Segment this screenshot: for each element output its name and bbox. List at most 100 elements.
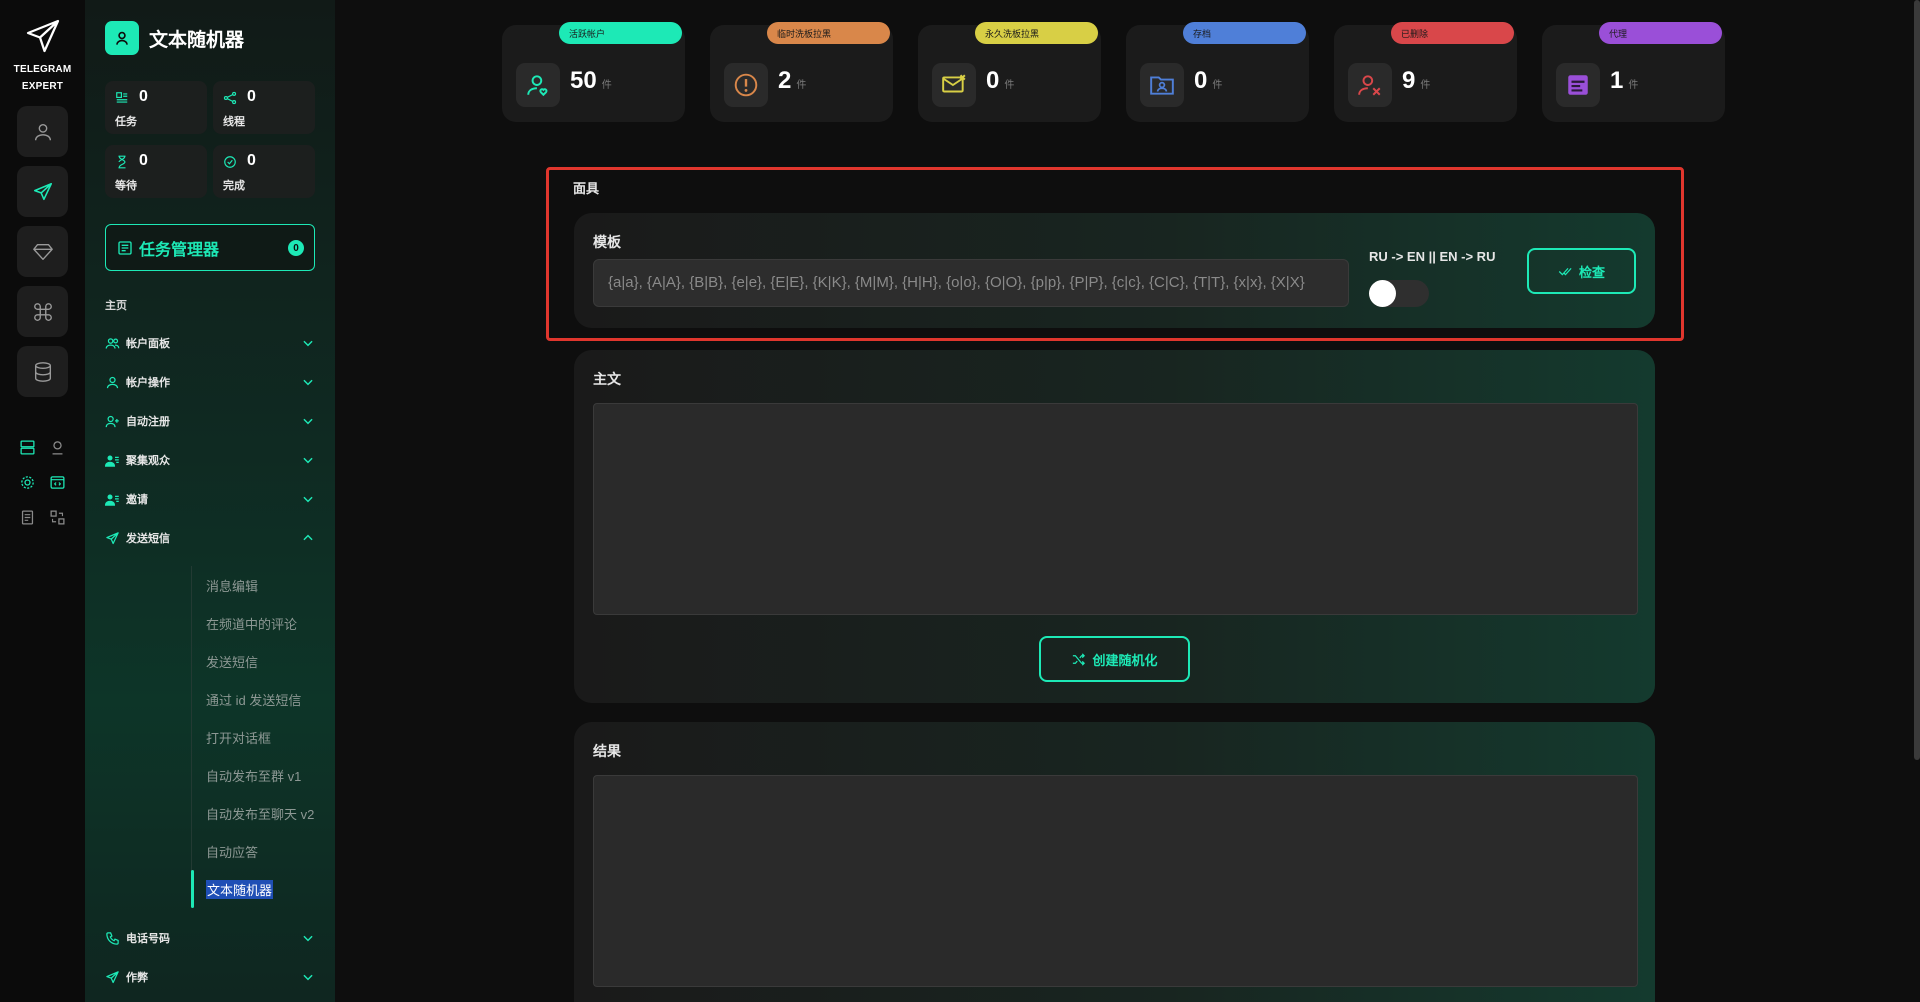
convert-icon: [49, 509, 65, 525]
stat-card-tag: 存档: [1183, 22, 1306, 44]
stat-card-value: 1: [1610, 67, 1624, 94]
stat-done-value: 0: [247, 152, 256, 169]
sidebar-title: 文本随机器: [149, 29, 245, 51]
user-list-icon: [105, 455, 119, 467]
rail-convert-button[interactable]: [47, 507, 67, 527]
submenu-open-dialog[interactable]: 打开对话框: [206, 728, 271, 747]
stat-waiting-label: 等待: [115, 180, 137, 192]
threads-icon: [223, 91, 237, 105]
brand-line1: TELEGRAM: [13, 64, 72, 75]
rail-premium-button[interactable]: [17, 226, 68, 277]
submenu-channel-comments[interactable]: 在频道中的评论: [206, 614, 297, 633]
rail-telegram-button[interactable]: [17, 166, 68, 217]
stat-tasks-value: 0: [139, 88, 148, 105]
mail-blocked-icon: [932, 63, 976, 107]
submenu-message-edit[interactable]: 消息编辑: [206, 576, 258, 595]
command-icon: [33, 302, 52, 321]
submenu-autopost-chat-v2[interactable]: 自动发布至聊天 v2: [206, 804, 314, 823]
stat-threads-value: 0: [247, 88, 256, 105]
nav-auto-register[interactable]: 自动注册: [105, 410, 315, 432]
nav-invite[interactable]: 邀请: [105, 488, 315, 510]
rail-accounts-button[interactable]: [17, 106, 68, 157]
submenu-text-randomizer[interactable]: 文本随机器: [206, 880, 274, 899]
submenu-auto-reply[interactable]: 自动应答: [206, 842, 258, 861]
phone-icon: [106, 931, 119, 945]
rail-location-button[interactable]: [47, 437, 67, 457]
user-icon: [34, 123, 51, 140]
body-textarea[interactable]: [593, 403, 1638, 615]
task-board-icon: [118, 240, 132, 255]
create-randomization-button[interactable]: 创建随机化: [1039, 636, 1190, 682]
home-label[interactable]: 主页: [105, 297, 127, 313]
lang-toggle[interactable]: [1369, 280, 1429, 307]
diamond-icon: [32, 243, 53, 260]
rail-docs-button[interactable]: [17, 507, 37, 527]
hourglass-icon: [118, 155, 126, 169]
stat-card-proxy[interactable]: 代理 1件: [1542, 22, 1725, 122]
nav-cheat-label: 作弊: [126, 972, 148, 984]
chevron-down-icon: [303, 974, 313, 981]
rail-settings-button[interactable]: [17, 472, 37, 492]
stat-card-temp-ban[interactable]: 临时洗板拉黑 2件: [710, 22, 893, 122]
submenu-autopost-group-v1[interactable]: 自动发布至群 v1: [206, 766, 301, 785]
nav-phone-numbers[interactable]: 电话号码: [105, 927, 315, 949]
nav-auto-register-label: 自动注册: [126, 416, 170, 428]
stat-card-unit: 件: [601, 80, 612, 91]
task-manager-button[interactable]: 任务管理器 0: [105, 224, 315, 271]
stat-card-perm-ban[interactable]: 永久洗板拉黑 0件: [918, 22, 1101, 122]
paper-plane-logo-icon: [26, 19, 59, 53]
user-icon: [106, 376, 119, 388]
nav-account-panel[interactable]: 帐户面板: [105, 332, 315, 354]
nav-account-actions[interactable]: 帐户操作: [105, 371, 315, 393]
stat-card-value: 2: [778, 67, 792, 94]
location-user-icon: [52, 440, 62, 455]
rail-browser-button[interactable]: [47, 472, 67, 492]
stat-tasks: 0 任务: [105, 81, 207, 134]
chevron-down-icon: [303, 496, 313, 503]
stat-card-tag: 活跃帐户: [559, 22, 682, 44]
chevron-up-icon: [303, 534, 313, 541]
body-panel: 主文 创建随机化: [574, 350, 1655, 703]
stat-card-tag: 永久洗板拉黑: [975, 22, 1098, 44]
nav-send-sms[interactable]: 发送短信: [105, 527, 315, 549]
gear-icon: [20, 475, 34, 489]
warning-circle-icon: [724, 63, 768, 107]
rail-commands-button[interactable]: [17, 286, 68, 337]
submenu-send-sms[interactable]: 发送短信: [206, 652, 258, 671]
rail-database-button[interactable]: [17, 346, 68, 397]
stat-done-label: 完成: [223, 180, 245, 192]
submenu-send-sms-by-id[interactable]: 通过 id 发送短信: [206, 690, 301, 709]
result-label: 结果: [593, 743, 621, 759]
result-textarea[interactable]: [593, 775, 1638, 987]
check-circle-icon: [224, 156, 236, 168]
send-icon: [106, 531, 119, 544]
check-button[interactable]: 检查: [1527, 248, 1636, 294]
document-icon: [21, 509, 33, 525]
shuffle-icon: [1073, 652, 1086, 666]
nav-gather-audience[interactable]: 聚集观众: [105, 449, 315, 471]
task-manager-label: 任务管理器: [139, 241, 220, 259]
stat-threads: 0 线程: [213, 81, 315, 134]
stat-card-value: 50: [570, 67, 597, 94]
telegram-expert-logo[interactable]: TELEGRAM EXPERT: [0, 18, 85, 93]
rail-server-button[interactable]: [17, 437, 37, 457]
stat-card-active-accounts[interactable]: 活跃帐户 50 件: [502, 22, 685, 122]
brand-line2: EXPERT: [21, 81, 64, 92]
nav-cheat[interactable]: 作弊: [105, 966, 315, 988]
mask-section-label: 面具: [573, 181, 600, 196]
stat-card-archive[interactable]: 存档 0件: [1126, 22, 1309, 122]
sidebar: 文本随机器 0 任务 0 线程 0 等待 0 完成 任务管理器 0 主页 帐户面…: [85, 0, 335, 1002]
app-logo: [105, 21, 139, 55]
database-icon: [34, 361, 51, 382]
user-deleted-icon: [1348, 63, 1392, 107]
result-panel: 结果: [574, 722, 1655, 1002]
stat-card-value: 9: [1402, 67, 1416, 94]
toggle-knob: [1369, 280, 1396, 307]
stat-card-deleted[interactable]: 已删除 9件: [1334, 22, 1517, 122]
page-scrollbar[interactable]: [1914, 0, 1920, 760]
sidebar-header: 文本随机器: [105, 21, 244, 55]
users-icon: [105, 337, 120, 349]
stat-card-unit: 件: [796, 80, 807, 91]
template-input[interactable]: {a|a}, {A|A}, {B|B}, {e|e}, {E|E}, {K|K}…: [593, 259, 1349, 307]
stat-card-tag: 临时洗板拉黑: [767, 22, 890, 44]
